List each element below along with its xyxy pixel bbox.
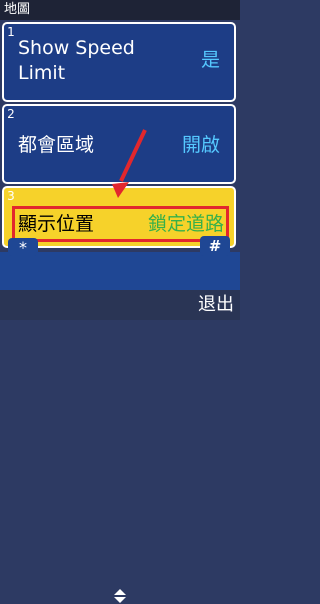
softkey-bar: 退出	[0, 290, 240, 603]
item-label-line1: Show Speed	[18, 37, 135, 59]
item-label: 顯示位置	[18, 213, 95, 235]
item-number: 3	[7, 189, 15, 203]
item-value: 是	[200, 49, 220, 71]
menu-item-urban-area[interactable]: 2 都會區域 開啟	[2, 104, 236, 184]
hash-key-icon[interactable]: #	[200, 236, 230, 256]
item-value: 開啟	[181, 134, 220, 156]
item-label: 都會區域	[18, 134, 95, 156]
exit-softkey[interactable]: 退出	[198, 290, 234, 320]
item-number: 1	[7, 25, 15, 39]
item-value: 鎖定道路	[147, 213, 224, 235]
app-title: 地圖	[0, 0, 240, 20]
bottom-strip	[0, 252, 240, 290]
scroll-up-down-icon	[114, 589, 126, 603]
item-number: 2	[7, 107, 15, 121]
menu-item-show-speed-limit[interactable]: 1 Show Speed Limit 是	[2, 22, 236, 102]
star-key-icon[interactable]: *	[8, 238, 38, 257]
item-label-line2: Limit	[18, 62, 66, 84]
